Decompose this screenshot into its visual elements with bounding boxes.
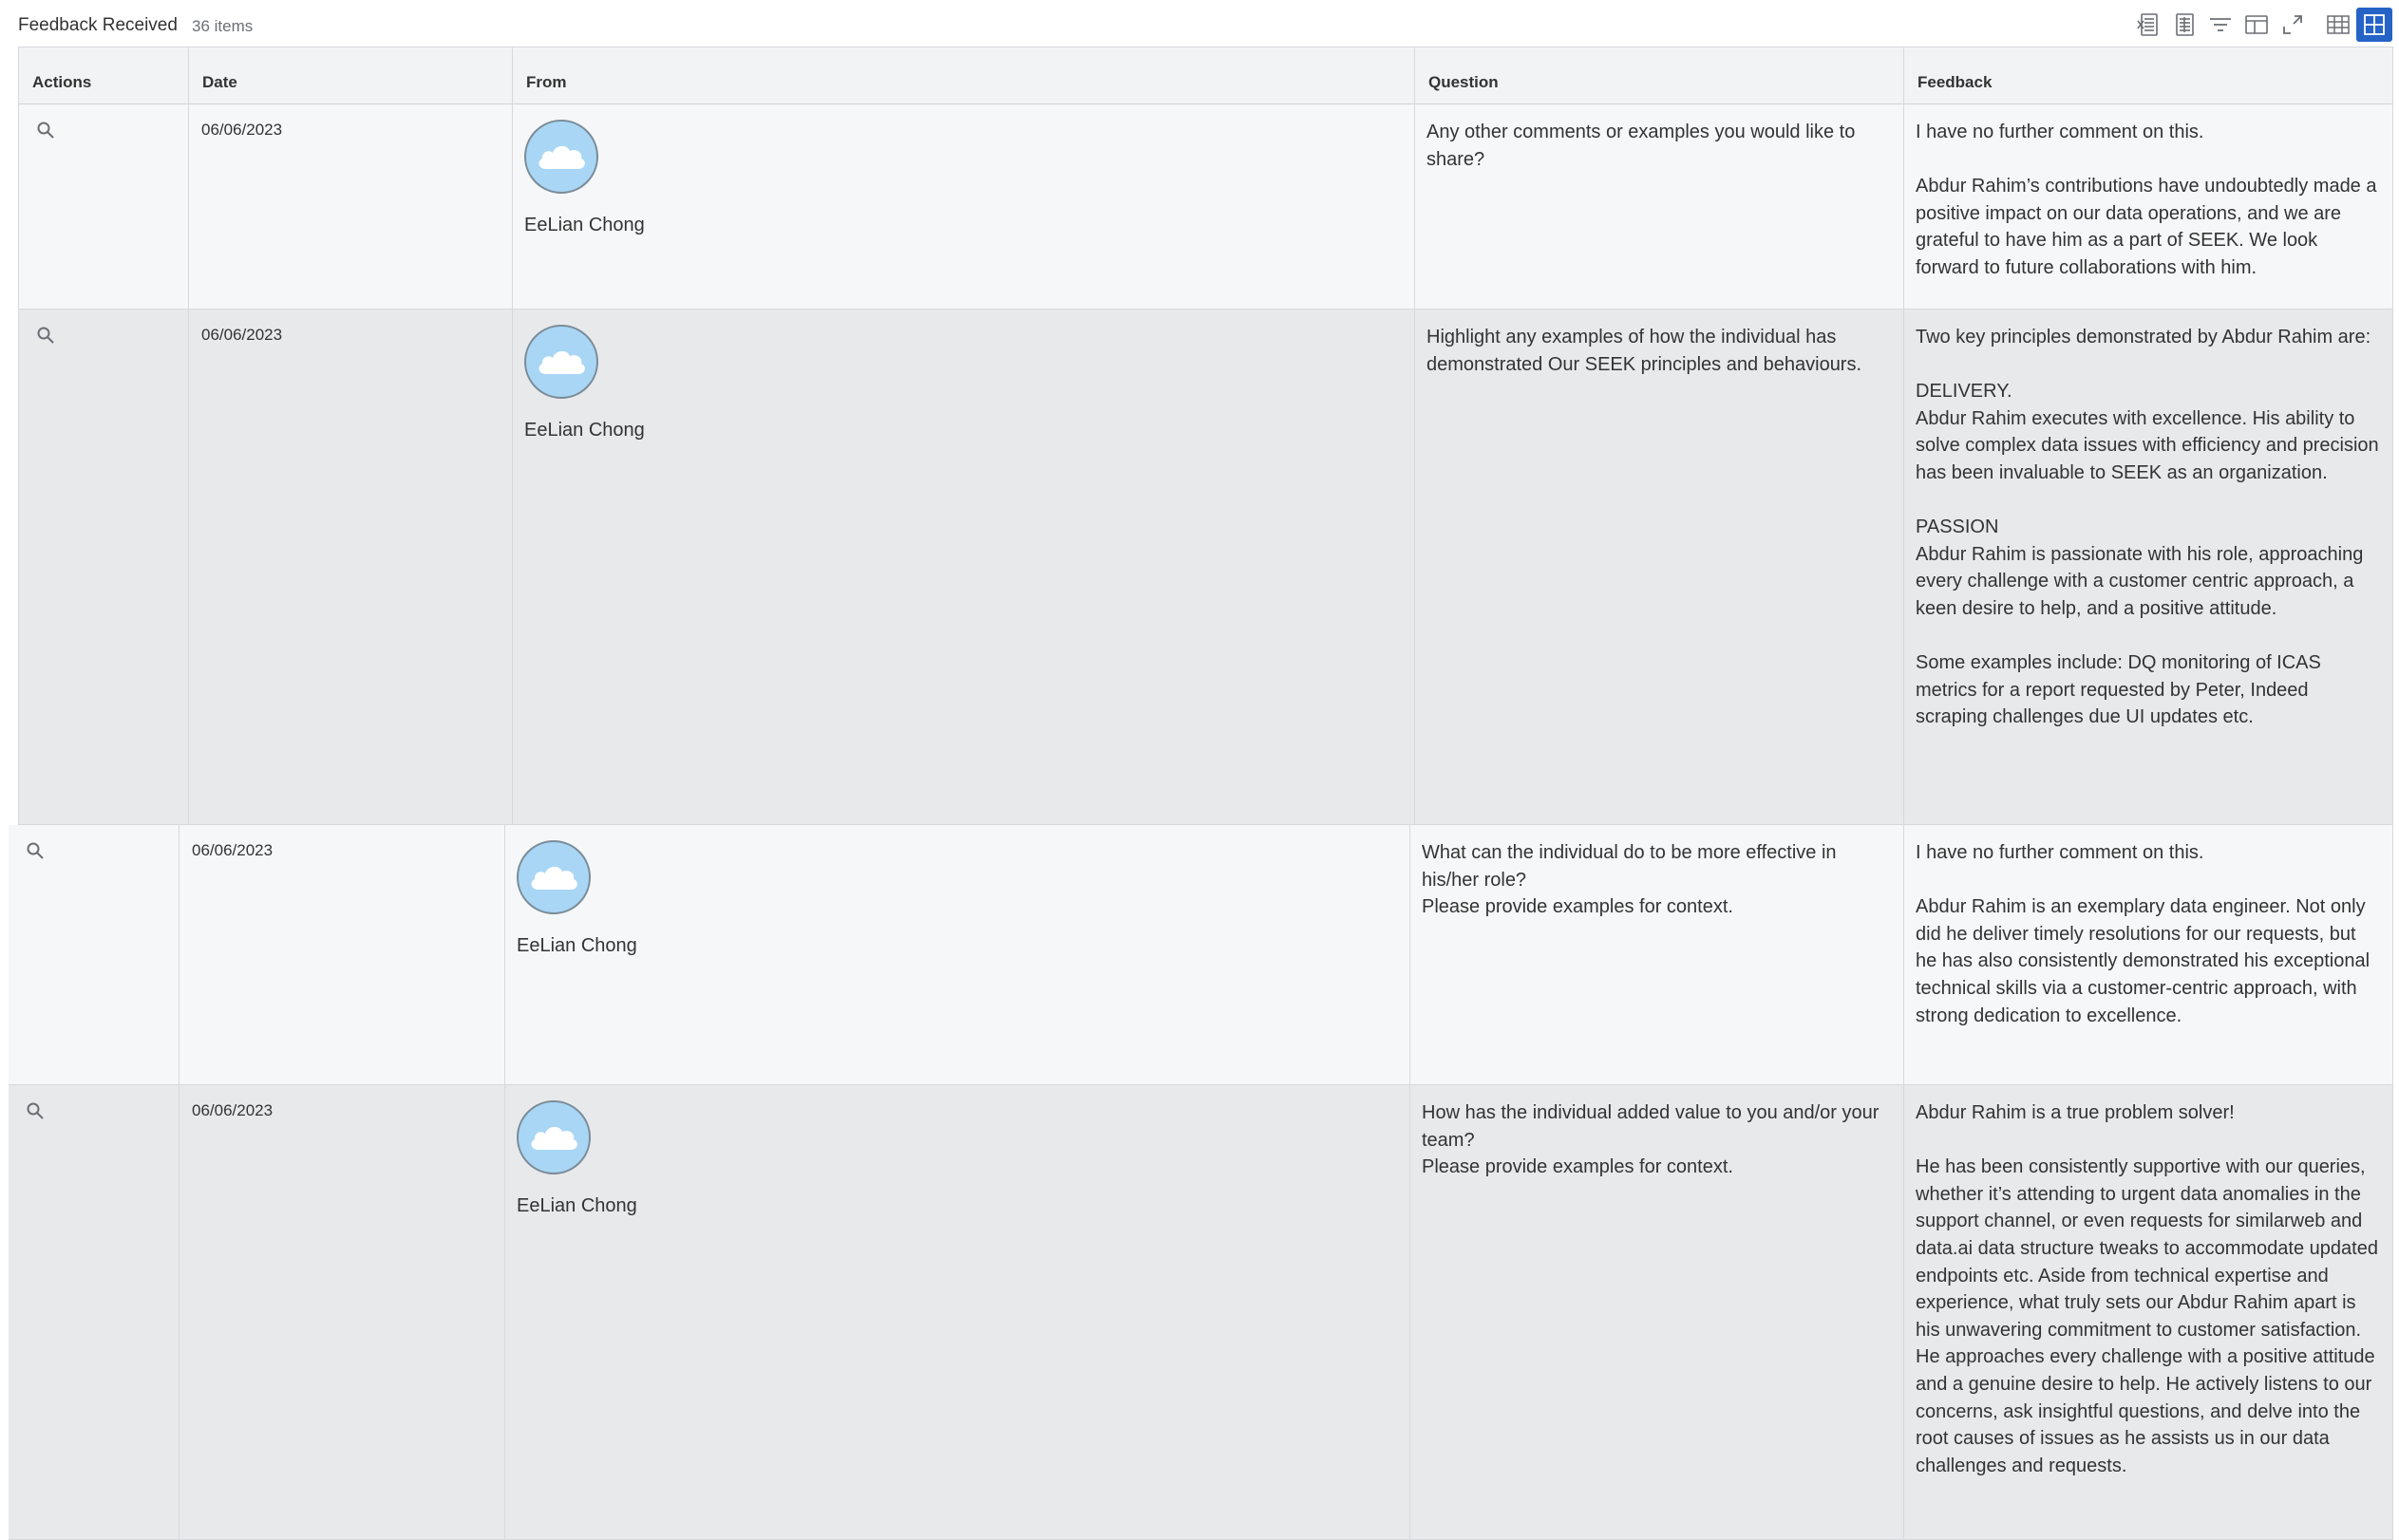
date-value: 06/06/2023 <box>192 841 274 859</box>
grid-toolbar <box>2130 6 2392 44</box>
column-header-question[interactable]: Question <box>1415 47 1904 103</box>
table-row: 06/06/2023 EeLian Chong How has the indi… <box>9 1085 2393 1540</box>
column-header-actions[interactable]: Actions <box>19 47 189 103</box>
filter-icon[interactable] <box>2202 7 2238 43</box>
actions-cell <box>9 825 179 1084</box>
question-text: What can the individual do to be more ef… <box>1422 842 1837 918</box>
grid-header: Feedback Received 36 items <box>18 0 2392 47</box>
date-cell: 06/06/2023 <box>179 825 505 1084</box>
feedback-text: Two key principles demonstrated by Abdur… <box>1916 327 2379 728</box>
question-text: How has the individual added value to yo… <box>1422 1102 1880 1178</box>
column-header-from[interactable]: From <box>513 47 1415 103</box>
feedback-text: I have no further comment on this. Abdur… <box>1916 122 2377 278</box>
date-value: 06/06/2023 <box>192 1101 274 1119</box>
question-cell: Any other comments or examples you would… <box>1415 104 1904 309</box>
table-row: 06/06/2023 EeLian Chong Any other commen… <box>19 104 2393 310</box>
actions-cell <box>9 1085 179 1539</box>
question-text: Highlight any examples of how the indivi… <box>1426 327 1862 375</box>
from-cell: EeLian Chong <box>513 104 1415 309</box>
feedback-cell: I have no further comment on this. Abdur… <box>1904 825 2393 1084</box>
avatar[interactable] <box>524 120 598 194</box>
table-view-icon[interactable] <box>2320 8 2356 42</box>
cloud-icon <box>531 866 577 890</box>
from-name[interactable]: EeLian Chong <box>517 1195 1409 1217</box>
search-icon[interactable] <box>36 121 55 144</box>
grid-title: Feedback Received <box>18 15 178 35</box>
feedback-text: Abdur Rahim is a true problem solver! He… <box>1916 1102 2378 1476</box>
search-icon[interactable] <box>26 1101 45 1125</box>
export-to-excel-icon[interactable] <box>2130 7 2166 43</box>
date-value: 06/06/2023 <box>201 326 283 344</box>
feedback-cell: Abdur Rahim is a true problem solver! He… <box>1904 1085 2393 1539</box>
column-header-feedback[interactable]: Feedback <box>1904 47 2393 103</box>
date-cell: 06/06/2023 <box>179 1085 505 1539</box>
search-icon[interactable] <box>36 326 55 349</box>
question-cell: Highlight any examples of how the indivi… <box>1415 310 1904 824</box>
feedback-cell: I have no further comment on this. Abdur… <box>1904 104 2393 309</box>
from-name[interactable]: EeLian Chong <box>524 215 1414 236</box>
question-text: Any other comments or examples you would… <box>1426 122 1861 170</box>
grid-view-icon[interactable] <box>2356 8 2392 42</box>
avatar[interactable] <box>517 1100 591 1174</box>
fullscreen-icon[interactable] <box>2275 7 2311 43</box>
table-row: 06/06/2023 EeLian Chong Highlight any ex… <box>19 310 2393 825</box>
date-value: 06/06/2023 <box>201 121 283 139</box>
export-to-pdf-icon[interactable] <box>2166 7 2202 43</box>
actions-cell <box>19 310 189 824</box>
feedback-text: I have no further comment on this. Abdur… <box>1916 842 2371 1026</box>
from-cell: EeLian Chong <box>513 310 1415 824</box>
from-cell: EeLian Chong <box>505 1085 1410 1539</box>
date-cell: 06/06/2023 <box>189 104 513 309</box>
date-cell: 06/06/2023 <box>189 310 513 824</box>
item-count: 36 items <box>192 17 254 35</box>
feedback-grid: Actions Date From Question Feedback 06/0… <box>9 47 2393 1540</box>
cloud-icon <box>531 1126 577 1150</box>
avatar[interactable] <box>524 325 598 399</box>
actions-cell <box>19 104 189 309</box>
from-cell: EeLian Chong <box>505 825 1410 1084</box>
column-layout-icon[interactable] <box>2238 7 2275 43</box>
from-name[interactable]: EeLian Chong <box>524 420 1414 441</box>
view-toggle <box>2320 8 2392 42</box>
question-cell: How has the individual added value to yo… <box>1410 1085 1904 1539</box>
cloud-icon <box>538 145 585 169</box>
cloud-icon <box>538 350 585 374</box>
column-header-date[interactable]: Date <box>189 47 513 103</box>
avatar[interactable] <box>517 840 591 914</box>
feedback-cell: Two key principles demonstrated by Abdur… <box>1904 310 2393 824</box>
from-name[interactable]: EeLian Chong <box>517 935 1409 957</box>
question-cell: What can the individual do to be more ef… <box>1410 825 1904 1084</box>
table-row: 06/06/2023 EeLian Chong What can the ind… <box>9 825 2393 1085</box>
search-icon[interactable] <box>26 841 45 865</box>
column-header-row: Actions Date From Question Feedback <box>19 47 2393 104</box>
